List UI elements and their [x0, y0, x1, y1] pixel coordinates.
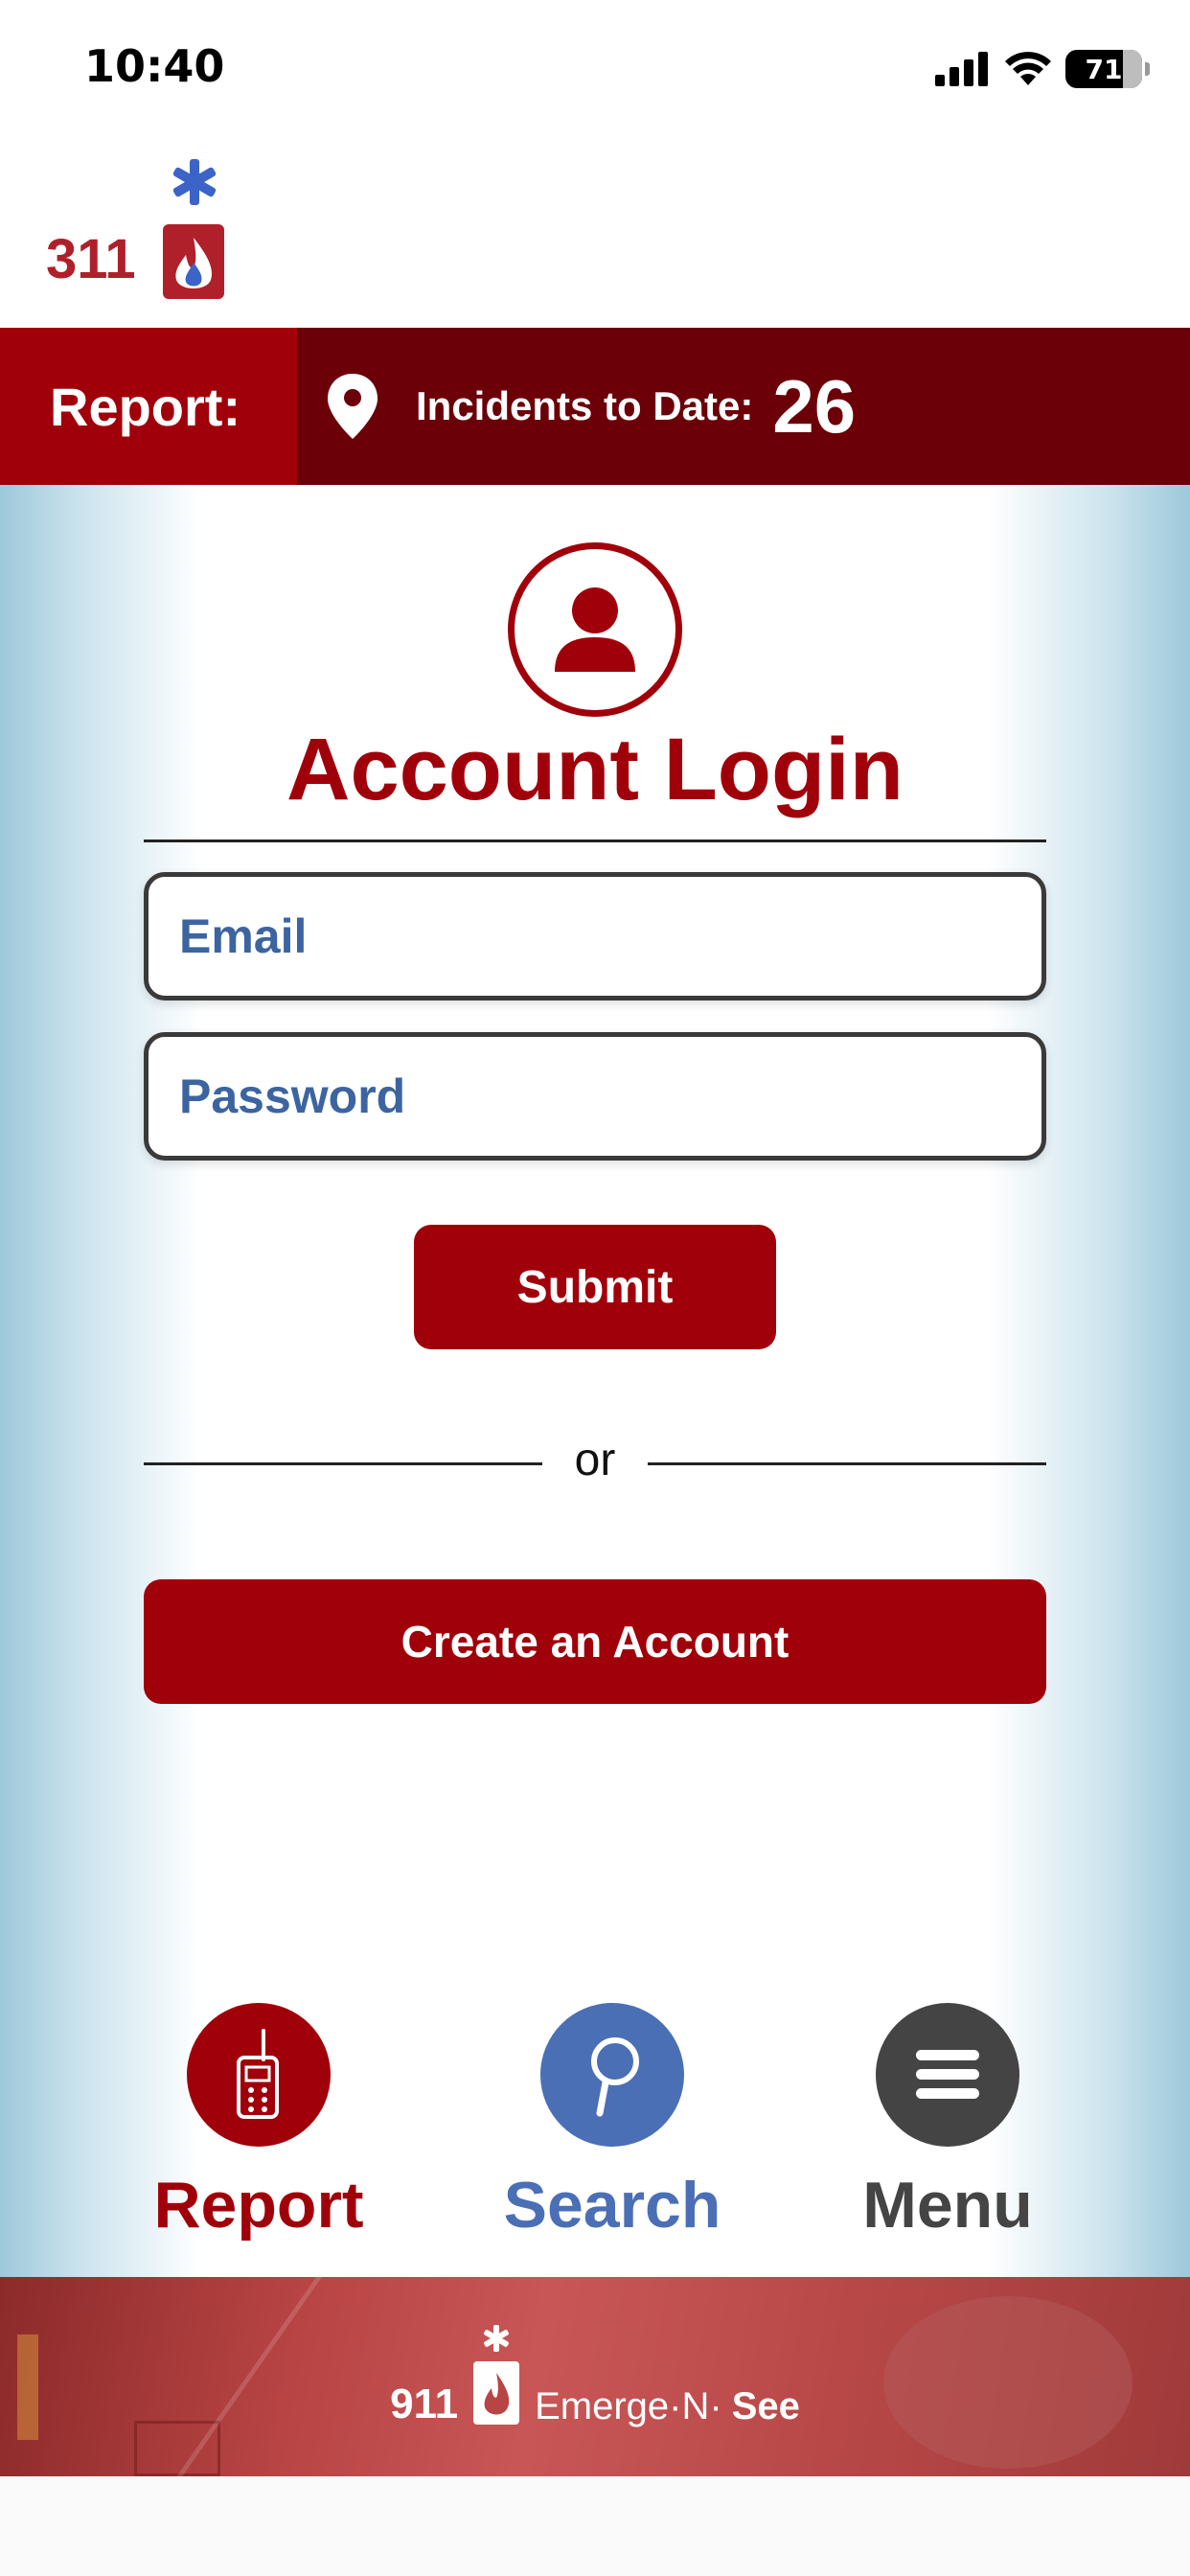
flame-logo-icon	[473, 2325, 520, 2425]
app-logo[interactable]: 311	[46, 155, 238, 299]
password-field[interactable]	[144, 1032, 1046, 1161]
or-line-right	[648, 1462, 1046, 1465]
footer-brand-see: See	[731, 2385, 800, 2427]
footer-logo: 911 Emerge·N· See	[0, 2323, 1190, 2428]
or-text: or	[574, 1435, 616, 1485]
location-pin-icon	[328, 374, 378, 439]
footer-brand-911: 911	[390, 2380, 459, 2427]
logo-text: 311	[46, 228, 136, 290]
header: 311	[0, 144, 1190, 328]
incidents-counter: Incidents to Date: 26	[297, 328, 1190, 485]
nav-menu-circle[interactable]	[876, 2003, 1019, 2147]
or-divider: or	[144, 1434, 1046, 1491]
login-panel: Account Login Submit or Create an Accoun…	[0, 485, 1190, 2277]
title-divider	[144, 840, 1046, 842]
status-bar: 10:40 71	[0, 0, 1190, 144]
nav-search-label[interactable]: Search	[469, 2168, 756, 2242]
nav-menu-label[interactable]: Menu	[804, 2168, 1091, 2242]
incidents-label: Incidents to Date:	[416, 383, 754, 428]
page-title: Account Login	[286, 721, 904, 818]
battery-icon: 71	[1065, 50, 1150, 88]
radio-icon	[237, 2029, 279, 2119]
report-bar: Report: Incidents to Date: 26	[0, 328, 1190, 485]
magnifier-icon	[591, 2037, 639, 2117]
incidents-count: 26	[772, 363, 857, 448]
footer-brand-emerge: Emerge·N·	[535, 2385, 722, 2427]
nav-search[interactable]: Search	[469, 2003, 756, 2252]
wifi-icon	[1005, 52, 1051, 85]
hamburger-menu-icon	[916, 2050, 979, 2099]
home-indicator-area	[0, 2476, 1190, 2576]
battery-level: 71	[1085, 53, 1123, 85]
nav-menu[interactable]: Menu	[804, 2003, 1091, 2252]
status-icons: 71	[935, 46, 1150, 92]
nav-search-circle[interactable]	[540, 2003, 684, 2147]
cellular-signal-icon	[935, 52, 988, 86]
nav-report[interactable]: Report	[115, 2003, 402, 2252]
report-label: Report:	[0, 328, 297, 485]
nav-report-label[interactable]: Report	[115, 2168, 402, 2242]
status-time: 10:40	[84, 40, 225, 92]
create-account-button[interactable]: Create an Account	[144, 1579, 1046, 1704]
submit-button[interactable]: Submit	[414, 1225, 776, 1349]
email-field[interactable]	[144, 872, 1046, 1000]
footer-banner: 911 Emerge·N· See	[0, 2277, 1190, 2476]
nav-report-circle[interactable]	[187, 2003, 331, 2147]
user-avatar-icon	[508, 542, 682, 717]
